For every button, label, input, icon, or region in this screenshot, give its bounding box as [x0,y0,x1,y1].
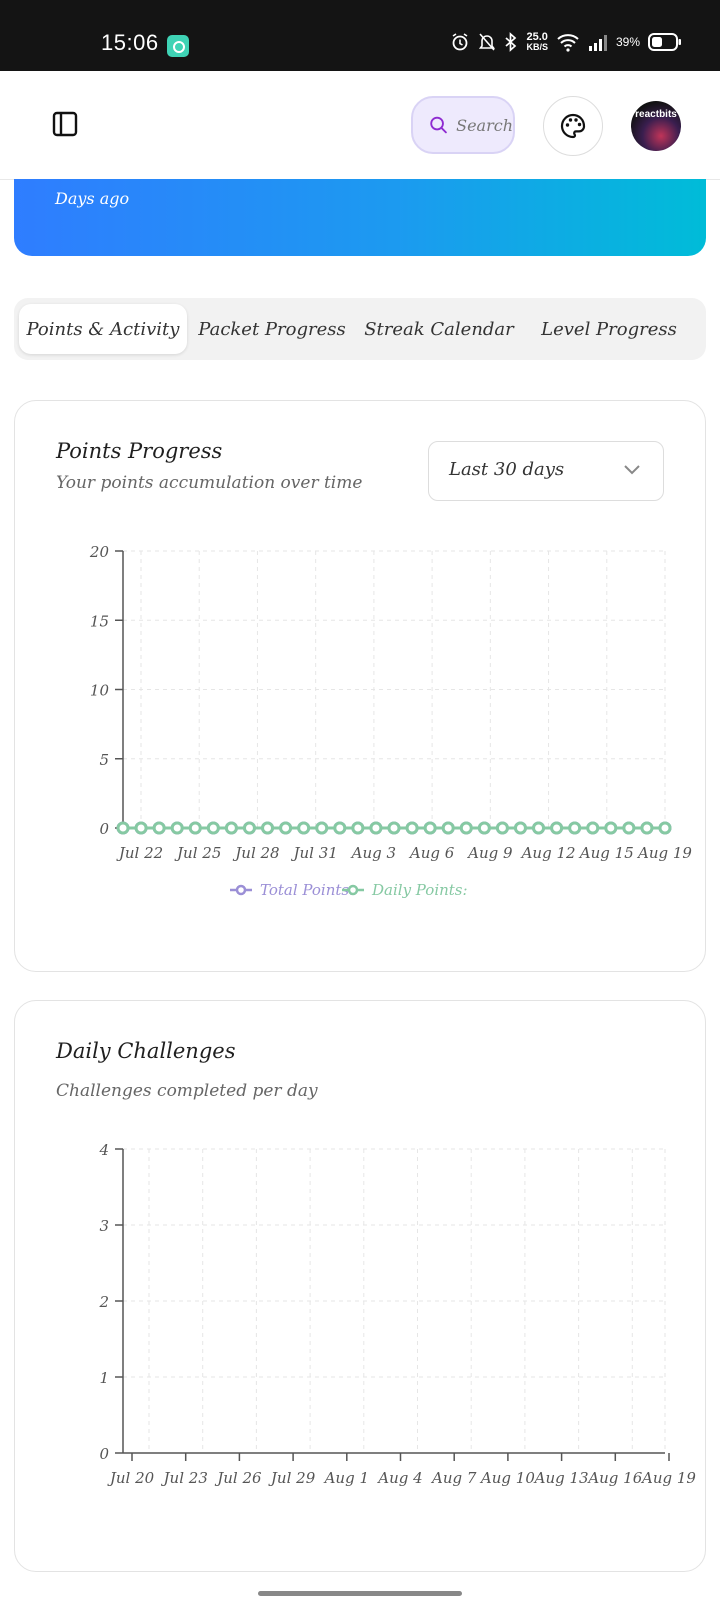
data-point [459,821,473,835]
theme-palette-button[interactable] [543,96,603,156]
x-tick-label: Aug 10 [479,1469,535,1487]
alarm-icon [453,33,468,51]
data-point [134,821,148,835]
status-bar: 15:06 25.0 KB/S 39% [0,0,720,71]
signal-icon [588,35,607,51]
app-header: Search reactbits [0,71,720,180]
y-tick-label: 4 [98,1141,109,1159]
data-point [477,821,491,835]
data-point [369,821,383,835]
palette-icon [560,113,586,139]
data-point [658,821,672,835]
legend-label: Total Points: [260,881,354,899]
home-indicator[interactable] [258,1591,462,1596]
battery-icon [648,33,681,51]
x-tick-label: Jul 25 [174,844,221,862]
data-point [116,821,130,835]
data-point [261,821,275,835]
x-tick-label: Aug 7 [430,1469,477,1487]
search-label: Search [456,115,513,135]
tab-level-progress[interactable]: Level Progress [529,304,689,354]
data-point [640,821,654,835]
mute-bell-icon [479,33,496,51]
x-tick-label: Jul 23 [161,1469,208,1487]
x-tick-label: Aug 15 [578,844,634,862]
x-tick-label: Aug 4 [376,1469,422,1487]
y-tick-label: 15 [90,612,109,630]
y-tick-label: 2 [98,1293,109,1311]
network-speed: 25.0 KB/S [526,31,548,53]
data-point [224,821,238,835]
legend-label: Daily Points: [371,881,468,899]
points-progress-card: Points Progress Your points accumulation… [14,400,706,972]
status-time: 15:06 [101,30,159,55]
data-point [279,821,293,835]
x-tick-label: Jul 20 [107,1469,155,1487]
data-point [532,821,546,835]
y-tick-label: 5 [99,751,109,769]
daily-challenges-card: Daily Challenges Challenges completed pe… [14,1000,706,1572]
y-tick-label: 10 [90,682,110,700]
data-point [568,821,582,835]
data-point [333,821,347,835]
app-notification-icon [167,35,189,57]
y-tick-label: 0 [99,1445,109,1463]
wifi-icon [557,34,579,52]
legend-swatch-marker [235,884,247,896]
tab-streak-calendar[interactable]: Streak Calendar [359,304,519,354]
x-tick-label: Aug 1 [323,1469,369,1487]
y-tick-label: 1 [99,1369,109,1387]
data-point [188,821,202,835]
x-tick-label: Jul 22 [116,844,163,862]
battery-percent: 39% [615,35,640,49]
data-point [586,821,600,835]
hero-banner: Days ago [14,179,706,256]
data-point [297,821,311,835]
data-point [351,821,365,835]
x-tick-label: Aug 12 [520,844,576,862]
x-tick-label: Aug 16 [586,1469,642,1487]
data-point [170,821,184,835]
data-point [513,821,527,835]
data-point [206,821,220,835]
x-tick-label: Aug 3 [350,844,396,862]
user-avatar[interactable]: reactbits [631,101,681,151]
x-tick-label: Jul 29 [268,1469,316,1487]
data-point [550,821,564,835]
status-icons: 25.0 KB/S 39% [450,32,682,52]
avatar-text: reactbits [635,109,677,120]
data-point [387,821,401,835]
sidebar-toggle-icon[interactable] [50,109,80,139]
data-point [405,821,419,835]
search-button[interactable]: Search [411,96,515,154]
x-tick-label: Jul 28 [232,844,279,862]
x-tick-label: Aug 19 [640,1469,696,1487]
data-point [315,821,329,835]
points-progress-chart: 0 5 10 15 20 Jul 22 Jul 25 Jul 28 Jul 31 Aug 3 Aug… [89,543,693,899]
x-tick-label: Aug 13 [533,1469,589,1487]
search-icon [430,116,447,134]
x-tick-label: Jul 26 [214,1469,262,1487]
data-point [604,821,618,835]
tab-points-activity[interactable]: Points & Activity [19,304,187,354]
y-tick-label: 3 [99,1217,109,1235]
legend-swatch-marker [347,884,359,896]
data-point [622,821,636,835]
daily-challenges-chart: 0 1 2 3 4 Jul 20 Jul 23 Jul 26 Jul 29 Aug 1 Aug 4 A… [98,1141,696,1487]
hero-subtitle: Days ago [55,189,130,208]
bluetooth-icon [505,32,517,52]
x-tick-label: Aug 19 [636,844,692,862]
data-point [423,821,437,835]
x-tick-label: Aug 9 [466,844,513,862]
y-tick-label: 0 [99,820,109,838]
data-point [441,821,455,835]
tab-bar: Points & Activity Packet Progress Streak… [14,298,706,360]
data-point [495,821,509,835]
y-tick-label: 20 [89,543,110,561]
tab-packet-progress[interactable]: Packet Progress [192,304,352,354]
data-point [152,821,166,835]
data-point [242,821,256,835]
x-tick-label: Jul 31 [291,844,338,862]
x-tick-label: Aug 6 [408,844,455,862]
